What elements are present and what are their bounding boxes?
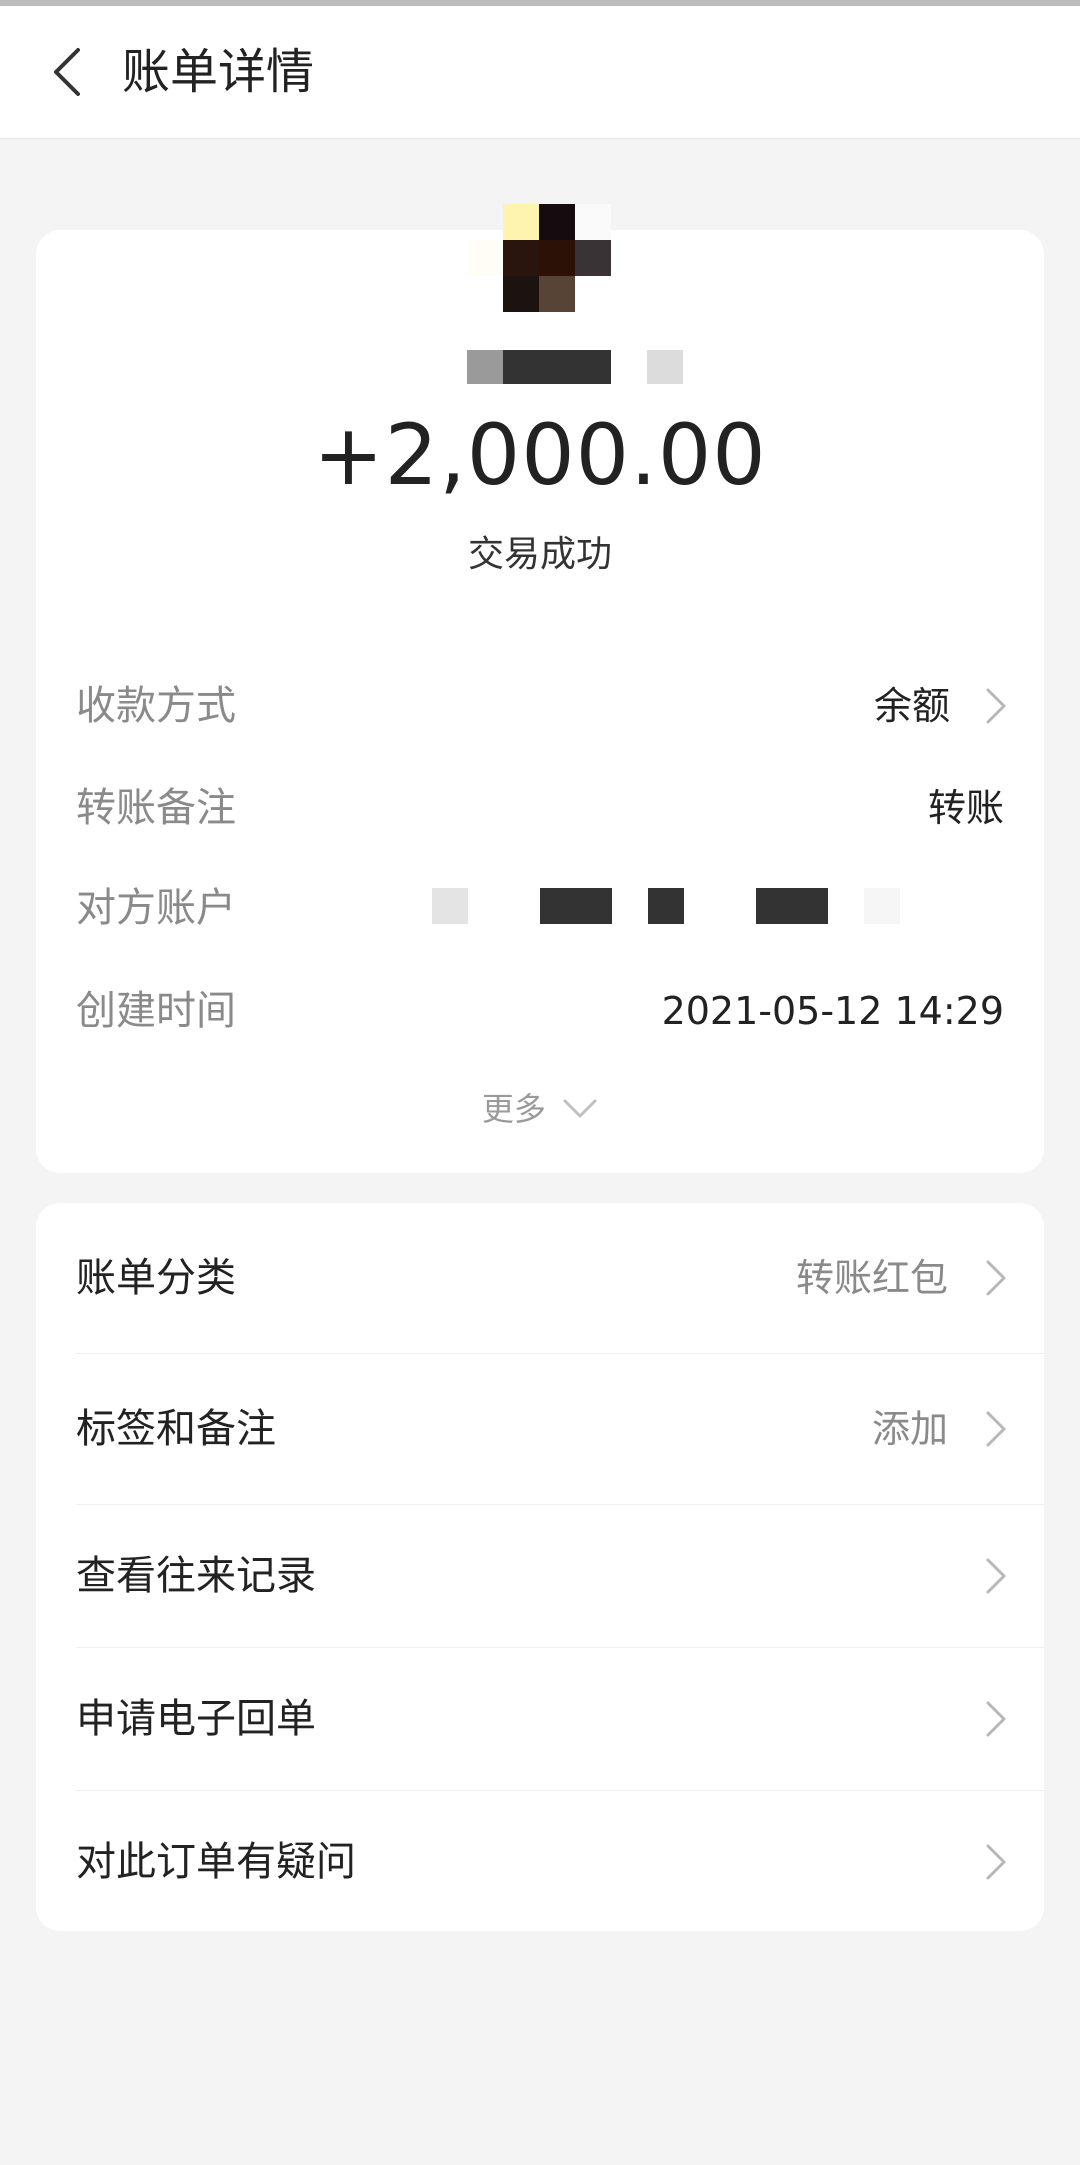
- bill-category-label: 账单分类: [76, 1255, 236, 1301]
- back-button[interactable]: [42, 46, 90, 98]
- chevron-right-icon: [986, 1558, 1006, 1594]
- chevron-right-icon: [986, 1844, 1006, 1880]
- transfer-note-value: 转账: [927, 786, 1004, 830]
- amount: +2,000.00: [313, 406, 767, 504]
- payment-method-label: 收款方式: [76, 683, 236, 729]
- order-question-label: 对此订单有疑问: [76, 1839, 356, 1885]
- tags-notes-label: 标签和备注: [76, 1406, 276, 1452]
- menu-item-transaction-history[interactable]: 查看往来记录: [36, 1505, 1044, 1647]
- account-blur: [648, 888, 684, 924]
- counterparty-account-label: 对方账户: [76, 885, 236, 931]
- counterparty-name-blur: [467, 350, 503, 384]
- chevron-down-icon: [563, 1099, 597, 1118]
- chevron-right-icon: [986, 1701, 1006, 1737]
- more-label: 更多: [481, 1090, 546, 1128]
- bill-category-value: 转账红包: [795, 1256, 948, 1300]
- page-title: 账单详情: [122, 44, 315, 100]
- menu-item-order-question[interactable]: 对此订单有疑问: [36, 1791, 1044, 1931]
- created-time-label: 创建时间: [76, 988, 236, 1034]
- menu-item-tags-notes[interactable]: 标签和备注 添加: [36, 1354, 1044, 1504]
- chevron-left-icon: [54, 48, 80, 96]
- counterparty-name-blur: [503, 350, 611, 384]
- counterparty-name-blur: [647, 350, 683, 384]
- account-blur: [756, 888, 828, 924]
- more-toggle[interactable]: 更多: [0, 1085, 1080, 1131]
- created-time-value: 2021-05-12 14:29: [661, 989, 1004, 1033]
- chevron-right-icon: [986, 1411, 1006, 1447]
- account-blur: [432, 888, 468, 924]
- chevron-right-icon: [986, 688, 1006, 724]
- menu-item-bill-category[interactable]: 账单分类 转账红包: [36, 1203, 1044, 1353]
- avatar: [467, 204, 611, 312]
- account-blur: [540, 888, 612, 924]
- transfer-note-label: 转账备注: [76, 785, 236, 831]
- payment-method-value: 余额: [873, 684, 950, 728]
- transaction-status: 交易成功: [467, 534, 612, 575]
- chevron-right-icon: [986, 1260, 1006, 1296]
- tags-notes-value: 添加: [871, 1407, 948, 1451]
- top-bar: 账单详情: [0, 6, 1080, 139]
- account-blur: [864, 888, 900, 924]
- menu-item-e-receipt[interactable]: 申请电子回单: [36, 1648, 1044, 1790]
- e-receipt-label: 申请电子回单: [76, 1696, 316, 1742]
- transaction-history-label: 查看往来记录: [76, 1553, 316, 1599]
